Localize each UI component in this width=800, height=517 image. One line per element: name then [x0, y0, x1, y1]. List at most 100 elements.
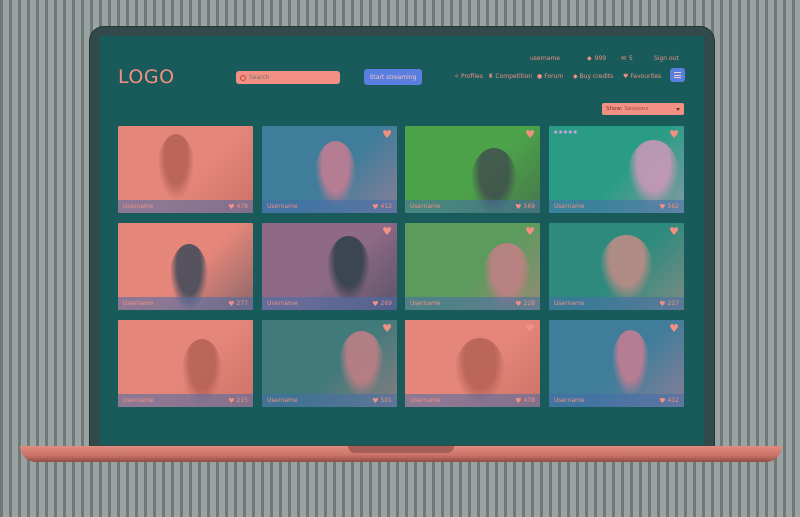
- thumbnail-image: [327, 236, 370, 302]
- card-footer: Username ♥ 478: [118, 200, 253, 213]
- thumbnail-image: [600, 235, 653, 301]
- card-footer: Username ♥ 478: [405, 394, 540, 407]
- laptop-screen: LOGO Start streaming username ◆ 999 ✉ 5 …: [100, 36, 704, 445]
- sign-out-link[interactable]: Sign out: [654, 55, 679, 62]
- menu-line: [674, 74, 681, 76]
- favourite-heart-icon[interactable]: ♥: [382, 323, 392, 334]
- like-count-value: 277: [236, 300, 248, 307]
- profile-card[interactable]: Username ♥ 478: [118, 126, 253, 213]
- heart-icon: ♥: [228, 396, 235, 405]
- rating-stars: ★★★★★: [553, 129, 578, 136]
- card-footer: Username ♥ 215: [118, 394, 253, 407]
- diamond-icon: ◆: [573, 73, 578, 80]
- card-username[interactable]: Username: [123, 203, 154, 210]
- card-username[interactable]: Username: [410, 203, 441, 210]
- card-username[interactable]: Username: [554, 300, 585, 307]
- card-username[interactable]: Username: [554, 203, 585, 210]
- card-footer: Username ♥ 228: [405, 297, 540, 310]
- profile-card[interactable]: ♥ Username ♥ 501: [262, 320, 397, 407]
- nav-buy-credits[interactable]: ◆ Buy credits: [573, 73, 613, 80]
- card-username[interactable]: Username: [410, 397, 441, 404]
- profile-card[interactable]: ★★★★★ ♥ Username ♥ 562: [549, 126, 684, 213]
- chat-icon: ●: [537, 73, 543, 80]
- like-count: ♥ 478: [515, 397, 535, 405]
- hamburger-menu-button[interactable]: [670, 68, 685, 82]
- profile-card[interactable]: ♥ Username ♥ 228: [405, 223, 540, 310]
- show-filter-value: Sessions: [624, 106, 649, 112]
- thumbnail-image: [158, 134, 194, 200]
- profile-card[interactable]: ♥ Username ♥ 478: [405, 320, 540, 407]
- heart-icon: ♥: [659, 299, 666, 308]
- show-filter-select[interactable]: Show: Sessions: [602, 103, 684, 115]
- like-count: ♥ 215: [228, 397, 248, 405]
- favourite-heart-icon[interactable]: ♥: [382, 129, 392, 140]
- like-count: ♥ 478: [228, 203, 248, 211]
- like-count: ♥ 501: [372, 397, 392, 405]
- profile-card[interactable]: ♥ Username ♥ 412: [262, 126, 397, 213]
- profile-card[interactable]: ♥ Username ♥ 269: [262, 223, 397, 310]
- like-count-value: 215: [236, 397, 248, 404]
- heart-icon: ♥: [372, 396, 379, 405]
- profile-card[interactable]: ♥ Username ♥ 569: [405, 126, 540, 213]
- thumbnail-image: [612, 330, 649, 396]
- card-footer: Username ♥ 277: [118, 297, 253, 310]
- nav-competition-label: Competition: [495, 73, 533, 80]
- search-input[interactable]: [249, 74, 329, 81]
- laptop-notch: [348, 446, 454, 453]
- site-logo[interactable]: LOGO: [118, 66, 175, 88]
- like-count: ♥ 277: [228, 300, 248, 308]
- show-filter-label: Show:: [606, 106, 623, 112]
- heart-icon: ♥: [515, 396, 522, 405]
- heart-icon: ♥: [515, 299, 522, 308]
- favourite-heart-icon[interactable]: ♥: [525, 129, 535, 140]
- diamond-icon: ◆: [587, 55, 592, 62]
- like-count: ♥ 412: [659, 397, 679, 405]
- favourite-heart-icon[interactable]: ♥: [382, 226, 392, 237]
- start-streaming-button[interactable]: Start streaming: [364, 69, 422, 85]
- card-username[interactable]: Username: [123, 397, 154, 404]
- nav-competition[interactable]: ♜ Competition: [488, 73, 532, 80]
- card-footer: Username ♥ 227: [549, 297, 684, 310]
- heart-icon: ♥: [623, 73, 629, 80]
- profile-card[interactable]: Username ♥ 215: [118, 320, 253, 407]
- menu-line: [674, 77, 681, 78]
- like-count-value: 269: [380, 300, 392, 307]
- like-count-value: 562: [667, 203, 679, 210]
- favourite-heart-icon[interactable]: ♥: [669, 226, 679, 237]
- like-count: ♥ 569: [515, 203, 535, 211]
- menu-line: [674, 72, 681, 73]
- user-link[interactable]: username: [530, 55, 560, 62]
- like-count: ♥ 562: [659, 203, 679, 211]
- like-count-value: 412: [667, 397, 679, 404]
- profile-card[interactable]: ♥ Username ♥ 412: [549, 320, 684, 407]
- card-footer: Username ♥ 412: [549, 394, 684, 407]
- favourite-heart-icon[interactable]: ♥: [669, 129, 679, 140]
- card-username[interactable]: Username: [267, 203, 298, 210]
- heart-icon: ♥: [659, 202, 666, 211]
- card-username[interactable]: Username: [554, 397, 585, 404]
- card-username[interactable]: Username: [123, 300, 154, 307]
- nav-forum[interactable]: ● Forum: [537, 73, 563, 80]
- favourite-heart-icon[interactable]: ♥: [669, 323, 679, 334]
- favourite-heart-icon[interactable]: ♥: [525, 323, 535, 334]
- heart-icon: ♥: [372, 202, 379, 211]
- card-username[interactable]: Username: [267, 300, 298, 307]
- like-count-value: 501: [380, 397, 392, 404]
- trophy-icon: ♜: [488, 73, 494, 80]
- like-count: ♥ 412: [372, 203, 392, 211]
- like-count: ♥ 269: [372, 300, 392, 308]
- like-count-value: 478: [523, 397, 535, 404]
- card-username[interactable]: Username: [410, 300, 441, 307]
- search-box[interactable]: [236, 71, 340, 84]
- card-username[interactable]: Username: [267, 397, 298, 404]
- profile-card[interactable]: Username ♥ 277: [118, 223, 253, 310]
- profile-card[interactable]: ♥ Username ♥ 227: [549, 223, 684, 310]
- nav-buy-credits-label: Buy credits: [579, 73, 614, 80]
- heart-icon: ♥: [372, 299, 379, 308]
- nav-favourites[interactable]: ♥ Favourites: [623, 73, 661, 80]
- messages-link[interactable]: ✉ 5: [621, 55, 633, 62]
- nav-profiles[interactable]: ✧ Profiles: [454, 73, 483, 80]
- envelope-icon: ✉: [621, 55, 627, 62]
- favourite-heart-icon[interactable]: ♥: [525, 226, 535, 237]
- diamond-balance[interactable]: ◆ 999: [587, 55, 606, 62]
